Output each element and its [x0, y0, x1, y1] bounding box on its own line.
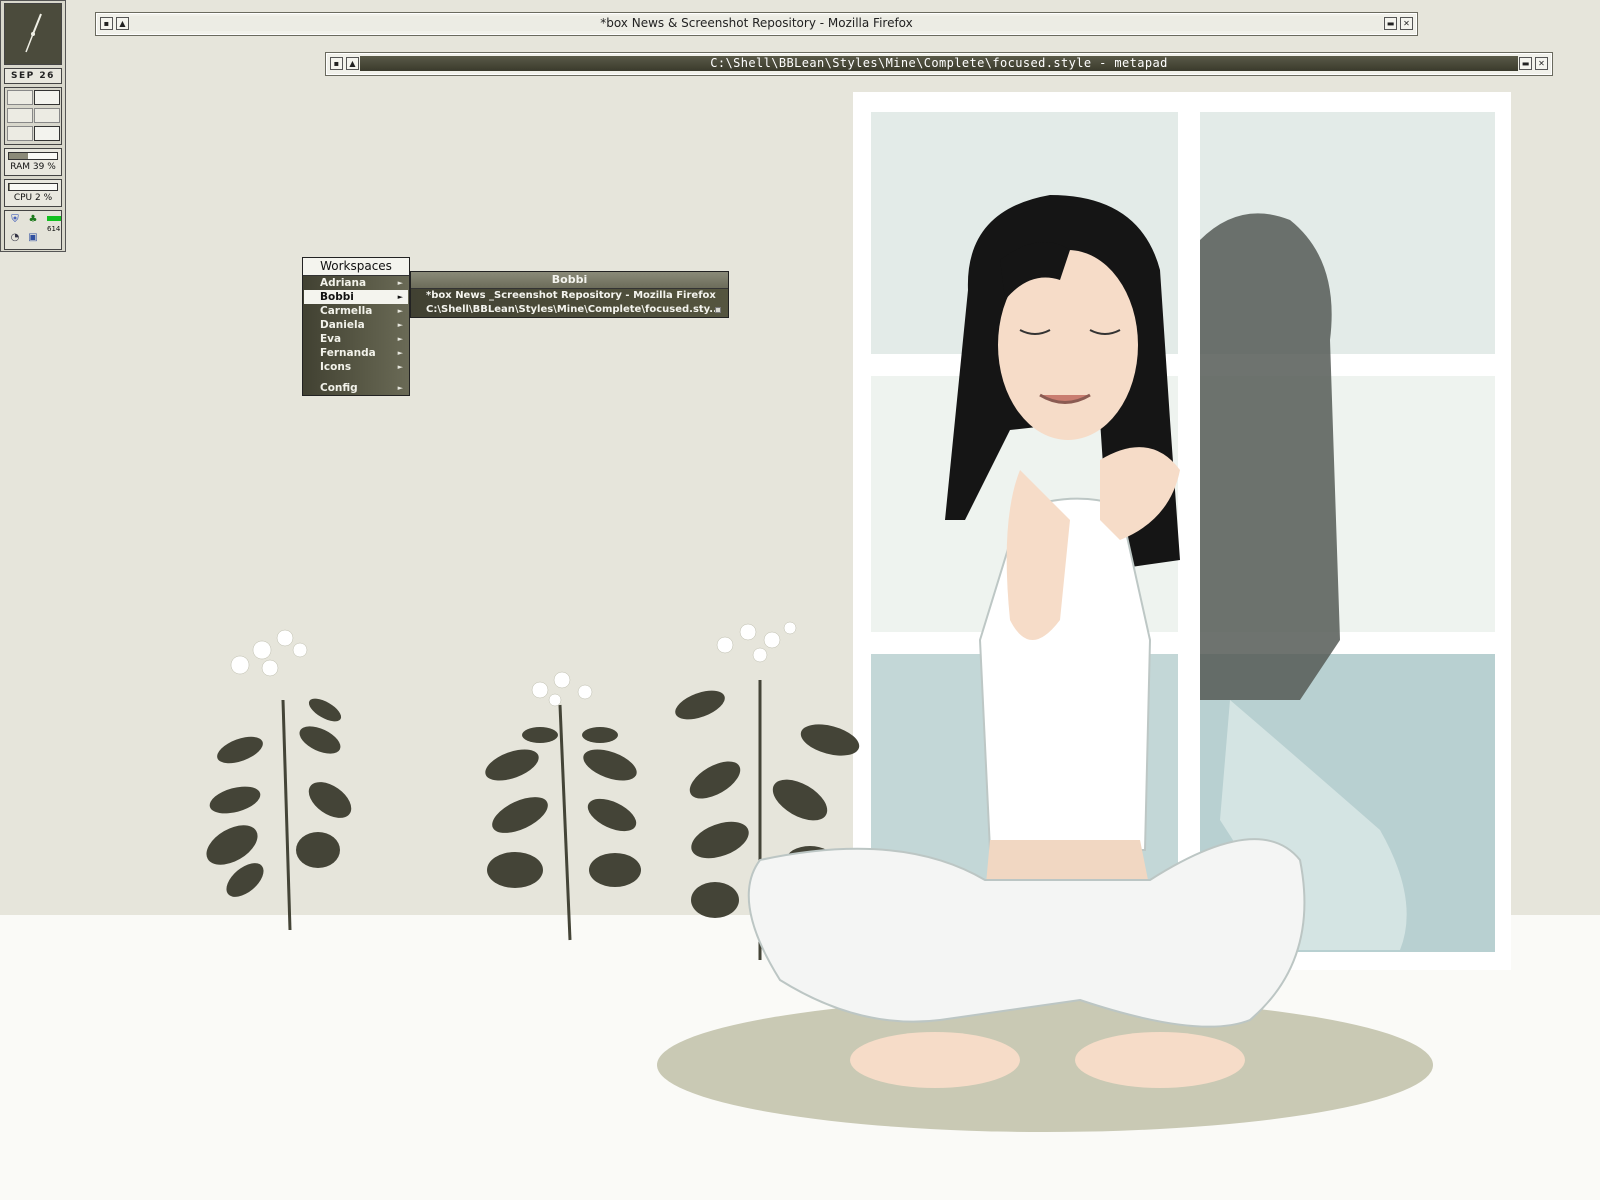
task-item-firefox[interactable]: *box News _Screenshot Repository - Mozil…: [412, 289, 727, 303]
cpu-meter: CPU 2 %: [4, 179, 62, 207]
window-menu-button[interactable]: ▪: [330, 57, 343, 70]
clock-app-icon[interactable]: ◔: [8, 231, 22, 245]
close-button[interactable]: ✕: [1400, 17, 1413, 30]
workspace-label: Bobbi: [320, 291, 354, 303]
submenu-arrow-icon: ►: [397, 335, 403, 343]
shield-icon[interactable]: ⛨: [8, 213, 22, 227]
bobbi-submenu-title: Bobbi: [411, 272, 728, 289]
system-tray: ⛨ ♣ 614 ◔ ▣: [4, 210, 62, 250]
activity-led: [47, 216, 61, 221]
workspace-label: Fernanda: [320, 347, 376, 359]
workspaces-menu: Workspaces Adriana ► Bobbi ► Carmella ► Dan…: [302, 257, 410, 396]
workspaces-menu-title: Workspaces: [303, 258, 409, 276]
submenu-arrow-icon: ►: [397, 349, 403, 357]
ram-meter: RAM 39 %: [4, 148, 62, 176]
cpu-meter-bar: [8, 183, 58, 191]
pager-workspace[interactable]: [7, 108, 33, 123]
window-title: C:\Shell\BBLean\Styles\Mine\Complete\foc…: [360, 56, 1518, 71]
date-display: SEP 26: [4, 68, 62, 84]
workspace-pager[interactable]: [4, 87, 62, 145]
workspace-item-adriana[interactable]: Adriana ►: [304, 276, 408, 290]
submenu-arrow-icon: ►: [397, 307, 403, 315]
workspace-item-eva[interactable]: Eva ►: [304, 332, 408, 346]
workspace-item-bobbi[interactable]: Bobbi ►: [304, 290, 408, 304]
window-illustration: [853, 92, 1511, 970]
metapad-window-titlebar[interactable]: ▪ ▲ C:\Shell\BBLean\Styles\Mine\Complete…: [325, 52, 1553, 76]
workspace-item-carmella[interactable]: Carmella ►: [304, 304, 408, 318]
network-icon[interactable]: ♣: [26, 213, 40, 227]
workspace-label: Icons: [320, 361, 352, 373]
submenu-arrow-icon: ►: [397, 384, 403, 392]
submenu-arrow-icon: ►: [397, 321, 403, 329]
analog-clock[interactable]: [4, 3, 62, 65]
pager-workspace-current[interactable]: [34, 90, 60, 105]
workspace-label: Adriana: [320, 277, 367, 289]
window-title: *box News & Screenshot Repository - Mozi…: [130, 16, 1383, 31]
workspace-item-daniela[interactable]: Daniela ►: [304, 318, 408, 332]
shade-up-button[interactable]: ▲: [116, 17, 129, 30]
close-button[interactable]: ✕: [1535, 57, 1548, 70]
workspace-label: Eva: [320, 333, 342, 345]
desktop-wallpaper: [0, 0, 1600, 1200]
workspace-label: Daniela: [320, 319, 365, 331]
submenu-arrow-icon: ►: [397, 293, 403, 301]
workspace-label: Config: [320, 382, 358, 394]
workspace-item-icons[interactable]: Icons ►: [304, 360, 408, 374]
cpu-meter-label: CPU 2 %: [13, 193, 53, 203]
clock-icon: [25, 13, 42, 53]
shade-up-button[interactable]: ▲: [346, 57, 359, 70]
monitor-icon[interactable]: ▣: [26, 231, 40, 245]
workspace-label: Carmella: [320, 305, 373, 317]
minimize-button[interactable]: ▬: [1519, 57, 1532, 70]
menu-item-config[interactable]: Config ►: [304, 381, 408, 395]
firefox-window-titlebar[interactable]: ▪ ▲ *box News & Screenshot Repository - …: [95, 12, 1418, 36]
pager-workspace[interactable]: [34, 108, 60, 123]
slit-panel: SEP 26 RAM 39 % CPU 2 % ⛨ ♣ 614 ◔ ▣: [0, 0, 66, 252]
pager-workspace[interactable]: [7, 126, 33, 141]
pager-workspace[interactable]: [7, 90, 33, 105]
task-item-metapad[interactable]: C:\Shell\BBLean\Styles\Mine\Complete\foc…: [412, 303, 727, 317]
minimize-button[interactable]: ▬: [1384, 17, 1397, 30]
ram-meter-label: RAM 39 %: [10, 162, 56, 172]
window-menu-button[interactable]: ▪: [100, 17, 113, 30]
pager-workspace[interactable]: [34, 126, 60, 141]
tray-counter: 614: [47, 225, 61, 233]
task-label: *box News _Screenshot Repository - Mozil…: [426, 290, 716, 301]
active-task-indicator-icon: [715, 307, 721, 313]
ram-meter-bar: [8, 152, 58, 160]
bobbi-submenu: Bobbi *box News _Screenshot Repository -…: [410, 271, 729, 318]
task-label: C:\Shell\BBLean\Styles\Mine\Complete\foc…: [426, 304, 721, 315]
submenu-arrow-icon: ►: [397, 363, 403, 371]
workspace-item-fernanda[interactable]: Fernanda ►: [304, 346, 408, 360]
submenu-arrow-icon: ►: [397, 279, 403, 287]
